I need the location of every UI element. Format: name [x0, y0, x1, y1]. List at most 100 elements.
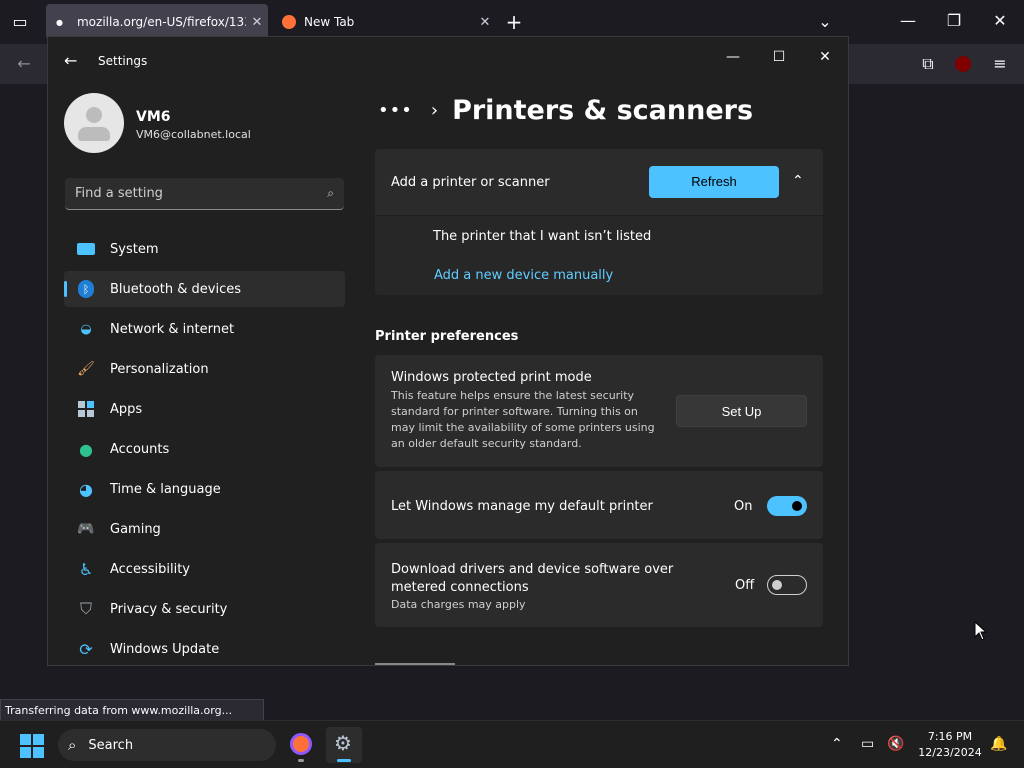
sidebar-item-network-internet[interactable]: ◒ Network & internet: [64, 311, 345, 347]
update-icon: ⟳: [79, 639, 93, 659]
sidebar-item-windows-update[interactable]: ⟳ Windows Update: [64, 631, 345, 665]
back-arrow-icon[interactable]: ←: [12, 54, 36, 74]
sidebar-nav: System ᛒ Bluetooth & devices ◒ Network &…: [64, 231, 345, 665]
minimize-icon[interactable]: —: [710, 43, 756, 71]
volume-muted-icon[interactable]: 🔇: [887, 736, 904, 752]
firefox-logo-icon: [282, 15, 296, 29]
taskbar: ⌕ Search ⚙ ⌃ ▭ 🔇 7:16 PM 12/23/2024 🔔: [0, 720, 1024, 768]
windows-start-icon[interactable]: [20, 734, 44, 758]
settings-window: ← Settings — ☐ ✕ VM6 VM6@collabnet.local…: [47, 36, 849, 666]
avatar[interactable]: [64, 93, 124, 153]
chevron-up-icon[interactable]: ⌃: [831, 736, 843, 752]
firefox-logo-icon: [290, 733, 312, 755]
sidebar-item-bluetooth-devices[interactable]: ᛒ Bluetooth & devices: [64, 271, 345, 307]
protected-print-mode-card: Windows protected print mode This featur…: [375, 355, 823, 467]
chevron-down-icon[interactable]: ⌄: [813, 12, 837, 32]
sidebar-item-accounts[interactable]: ● Accounts: [64, 431, 345, 467]
firefox-tab-new-tab[interactable]: New Tab ✕: [276, 4, 496, 40]
taskbar-settings[interactable]: ⚙: [326, 727, 362, 763]
sidebar-item-label: Time & language: [110, 481, 221, 497]
sidebar-item-label: Apps: [110, 401, 143, 417]
close-tab-icon[interactable]: ✕: [246, 15, 268, 30]
sidebar-item-accessibility[interactable]: ♿ Accessibility: [64, 551, 345, 587]
clock-date: 12/23/2024: [918, 746, 982, 759]
apps-icon: [76, 399, 96, 419]
person-icon: ●: [79, 439, 93, 459]
more-dots-icon[interactable]: •••: [378, 100, 413, 121]
ublock-icon[interactable]: [955, 56, 971, 72]
back-arrow-icon[interactable]: ←: [64, 51, 77, 70]
clock-time: 7:16 PM: [927, 730, 973, 743]
tab-favicon-dot: ●: [56, 17, 63, 27]
sidebar-item-apps[interactable]: Apps: [64, 391, 345, 427]
sidebar-item-system[interactable]: System: [64, 231, 345, 267]
sidebar-item-privacy-security[interactable]: ⛉ Privacy & security: [64, 591, 345, 627]
firefox-status-bar: Transferring data from www.mozilla.org..…: [0, 699, 264, 721]
chevron-up-icon[interactable]: ⌃: [792, 173, 804, 189]
new-tab-plus-icon[interactable]: +: [502, 12, 526, 32]
taskbar-firefox[interactable]: [283, 727, 319, 763]
list-all-tabs-icon[interactable]: ▭: [8, 12, 32, 32]
clipped-section-heading: [375, 661, 575, 665]
taskbar-search-label: Search: [88, 737, 134, 753]
sidebar-item-label: Windows Update: [110, 641, 220, 657]
refresh-button[interactable]: Refresh: [649, 166, 779, 198]
default-printer-label: Let Windows manage my default printer: [391, 499, 653, 514]
maximize-icon[interactable]: ☐: [756, 43, 802, 71]
minimize-icon[interactable]: —: [896, 11, 920, 31]
network-icon[interactable]: ▭: [861, 736, 874, 752]
sidebar-item-gaming[interactable]: 🎮 Gaming: [64, 511, 345, 547]
tab-title: mozilla.org/en-US/firefox/133.0: [76, 15, 246, 29]
sidebar-item-label: Bluetooth & devices: [110, 281, 241, 297]
brush-icon: 🖌: [77, 361, 95, 377]
gear-icon: ⚙: [334, 731, 352, 755]
user-email: VM6@collabnet.local: [136, 128, 251, 141]
accessibility-icon: ♿: [78, 559, 94, 579]
bluetooth-icon: ᛒ: [76, 279, 96, 299]
sidebar-item-label: Accessibility: [110, 561, 190, 577]
toggle-state-label: Off: [735, 578, 755, 593]
default-printer-toggle[interactable]: [767, 496, 807, 516]
protected-mode-title: Windows protected print mode: [391, 370, 592, 385]
tab-title: New Tab: [304, 15, 355, 29]
sidebar-item-label: Privacy & security: [110, 601, 228, 617]
metered-label: Download drivers and device software ove…: [391, 562, 674, 595]
default-printer-card: Let Windows manage my default printer On: [375, 471, 823, 539]
close-tab-icon[interactable]: ✕: [474, 15, 496, 30]
menu-hamburger-icon[interactable]: ≡: [988, 54, 1012, 74]
metered-sublabel: Data charges may apply: [391, 598, 526, 611]
user-name: VM6: [136, 109, 171, 125]
search-box[interactable]: ⌕: [65, 178, 344, 210]
add-printer-expanded-area: The printer that I want isn’t listed Add…: [375, 215, 823, 295]
printer-not-listed-label: The printer that I want isn’t listed: [433, 229, 652, 244]
protected-mode-description: This feature helps ensure the latest sec…: [391, 389, 655, 450]
metered-connections-card: Download drivers and device software ove…: [375, 543, 823, 627]
breadcrumb: ••• › Printers & scanners: [378, 95, 753, 126]
sidebar-item-personalization[interactable]: 🖌 Personalization: [64, 351, 345, 387]
shield-icon: ⛉: [79, 599, 92, 618]
set-up-button[interactable]: Set Up: [676, 395, 807, 427]
taskbar-clock[interactable]: 7:16 PM 12/23/2024: [912, 729, 988, 761]
sidebar-item-label: System: [110, 241, 159, 257]
sidebar-item-label: Network & internet: [110, 321, 235, 337]
add-printer-label: Add a printer or scanner: [391, 175, 550, 190]
restore-icon[interactable]: ❐: [942, 11, 966, 31]
wifi-icon: ◒: [80, 321, 92, 337]
search-icon[interactable]: ⌕: [327, 186, 334, 201]
toggle-state-label: On: [734, 499, 753, 514]
sidebar-item-label: Personalization: [110, 361, 209, 377]
monitor-icon: [76, 239, 96, 259]
sidebar-item-label: Accounts: [110, 441, 170, 457]
search-input[interactable]: [75, 186, 328, 201]
metered-toggle[interactable]: [767, 575, 807, 595]
sidebar-item-time-language[interactable]: ◕ Time & language: [64, 471, 345, 507]
mouse-cursor-icon: [974, 621, 988, 641]
taskbar-search[interactable]: ⌕ Search: [58, 729, 276, 761]
close-window-icon[interactable]: ✕: [988, 11, 1012, 31]
add-device-manually-link[interactable]: Add a new device manually: [434, 268, 613, 283]
close-icon[interactable]: ✕: [802, 43, 848, 71]
firefox-tab-mozilla[interactable]: ● mozilla.org/en-US/firefox/133.0 ✕: [46, 4, 268, 40]
notification-bell-icon[interactable]: 🔔: [990, 736, 1007, 752]
extensions-icon[interactable]: ⧉: [916, 54, 940, 74]
globe-clock-icon: ◕: [79, 479, 93, 499]
